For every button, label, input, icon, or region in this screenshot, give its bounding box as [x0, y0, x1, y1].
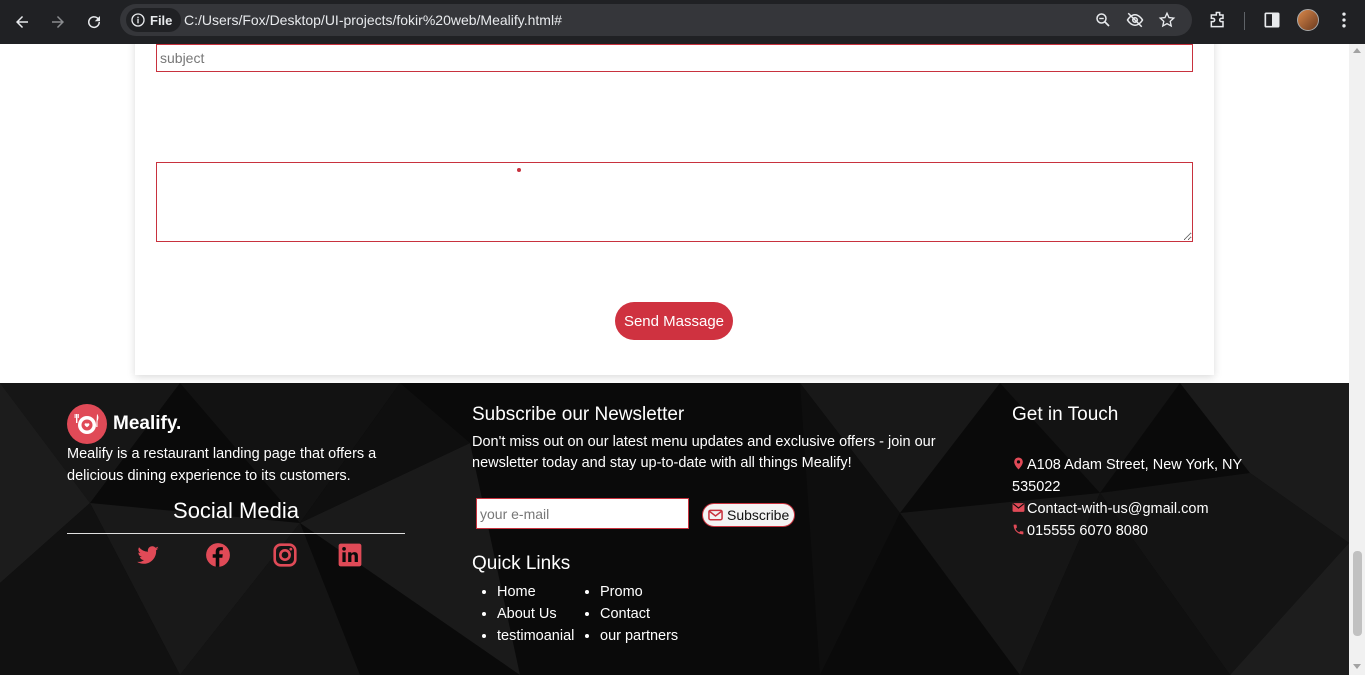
reload-icon[interactable]: [80, 8, 108, 36]
linkedin-icon[interactable]: [337, 542, 363, 568]
quick-links-heading: Quick Links: [472, 553, 571, 574]
phone-text: 015555 6070 8080: [1027, 523, 1148, 539]
twitter-icon[interactable]: [135, 542, 161, 568]
subscribe-button[interactable]: Subscribe: [702, 503, 796, 527]
profile-avatar[interactable]: [1297, 9, 1319, 31]
message-textarea[interactable]: [156, 162, 1193, 242]
star-icon[interactable]: [1158, 11, 1176, 29]
map-pin-icon: [1014, 457, 1023, 470]
quick-link-about-us[interactable]: About Us: [497, 606, 557, 622]
zoom-icon[interactable]: [1094, 11, 1112, 29]
newsletter-heading: Subscribe our Newsletter: [472, 404, 685, 425]
contact-email[interactable]: Contact-with-us@gmail.com: [1012, 498, 1252, 520]
subject-input[interactable]: [156, 44, 1193, 72]
url-text[interactable]: C:/Users/Fox/Desktop/UI-projects/fokir%2…: [184, 12, 562, 28]
brand-description: Mealify is a restaurant landing page tha…: [67, 446, 377, 484]
quick-link-home[interactable]: Home: [497, 584, 536, 600]
brand-name: Mealify.: [113, 413, 182, 434]
toolbar-divider: [1244, 12, 1245, 30]
chip-label: File: [150, 12, 173, 28]
address-text: A108 Adam Street, New York, NY 535022: [1012, 457, 1242, 495]
info-icon: [131, 13, 145, 27]
scrollbar-thumb[interactable]: [1353, 551, 1362, 636]
forward-icon[interactable]: [44, 8, 72, 36]
instagram-icon[interactable]: [272, 542, 298, 568]
social-divider: [67, 533, 405, 534]
newsletter-description: Don't miss out on our latest menu update…: [472, 434, 936, 471]
footer-brand[interactable]: Mealify.: [67, 404, 181, 444]
quick-link-item: About Us: [497, 603, 574, 625]
facebook-icon[interactable]: [205, 542, 231, 568]
quick-links-column-2: Promo Contact our partners: [575, 581, 678, 647]
back-icon[interactable]: [8, 8, 36, 36]
site-info-chip[interactable]: File: [126, 8, 182, 32]
email-text: Contact-with-us@gmail.com: [1027, 501, 1209, 517]
contact-form-card: Send Massage: [135, 44, 1214, 375]
quick-link-item: our partners: [600, 625, 678, 647]
quick-link-contact[interactable]: Contact: [600, 606, 650, 622]
site-footer: Mealify. Mealify is a restaurant landing…: [0, 383, 1349, 675]
contact-phone[interactable]: 015555 6070 8080: [1012, 520, 1252, 542]
more-icon[interactable]: [1334, 10, 1354, 30]
browser-toolbar: File C:/Users/Fox/Desktop/UI-projects/fo…: [0, 0, 1365, 44]
quick-link-item: Home: [497, 581, 574, 603]
get-in-touch-heading: Get in Touch: [1012, 404, 1119, 425]
web-page: Send Massage: [0, 44, 1349, 675]
phone-icon: [1013, 524, 1024, 535]
cursor-dot: [517, 168, 521, 172]
social-media-heading: Social Media: [173, 498, 299, 523]
page-scrollbar[interactable]: [1349, 44, 1365, 675]
quick-links-column-1: Home About Us testimoanial: [472, 581, 574, 647]
sidebar-icon[interactable]: [1262, 10, 1282, 30]
extensions-icon[interactable]: [1208, 10, 1228, 30]
quick-link-item: Promo: [600, 581, 678, 603]
newsletter-email-input[interactable]: [476, 498, 689, 529]
eye-off-icon[interactable]: [1126, 11, 1144, 29]
plate-logo-icon: [67, 404, 107, 444]
envelope-icon: [708, 509, 723, 521]
contact-address: A108 Adam Street, New York, NY 535022: [1012, 454, 1252, 498]
send-message-button[interactable]: Send Massage: [615, 302, 733, 340]
quick-link-item: testimoanial: [497, 625, 574, 647]
scroll-up-arrow-icon[interactable]: [1353, 48, 1361, 53]
quick-link-item: Contact: [600, 603, 678, 625]
subscribe-label: Subscribe: [727, 507, 790, 523]
address-bar[interactable]: File C:/Users/Fox/Desktop/UI-projects/fo…: [120, 4, 1192, 36]
mail-icon: [1012, 503, 1025, 512]
quick-link-promo[interactable]: Promo: [600, 584, 643, 600]
scroll-down-arrow-icon[interactable]: [1353, 664, 1361, 669]
quick-link-our-partners[interactable]: our partners: [600, 628, 678, 644]
quick-link-testimonial[interactable]: testimoanial: [497, 628, 574, 644]
contact-info: A108 Adam Street, New York, NY 535022 Co…: [1012, 454, 1252, 542]
